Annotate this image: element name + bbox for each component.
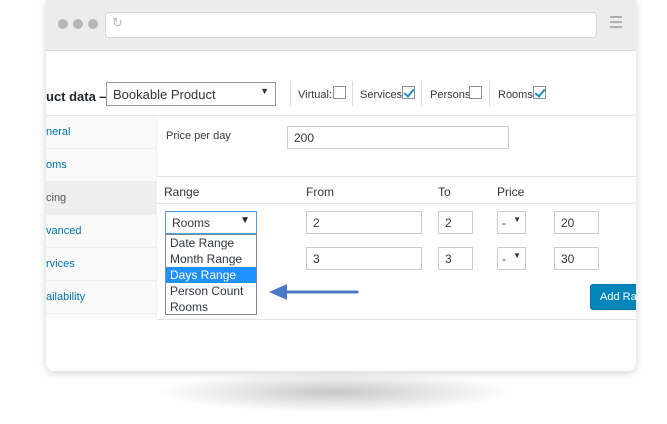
product-data-panel: uct data — Bookable Product ▼ Virtual: S… xyxy=(46,51,636,371)
tab-label: rvices xyxy=(46,258,75,270)
divider xyxy=(352,81,353,107)
from-value: 3 xyxy=(313,252,320,266)
from-value: 2 xyxy=(313,216,320,230)
window-shadow xyxy=(160,372,510,412)
column-header-price: Price xyxy=(497,185,525,199)
price-operator-value: - xyxy=(502,252,506,266)
tab-label: oms xyxy=(46,159,67,171)
window-dot-icon xyxy=(73,19,83,29)
tab-general[interactable]: neral xyxy=(46,116,156,149)
option-label: Date Range xyxy=(170,236,235,250)
persons-label: Persons: xyxy=(430,89,474,101)
virtual-checkbox[interactable] xyxy=(333,86,346,99)
tab-availability[interactable]: ailability xyxy=(46,281,156,314)
price-input[interactable]: 30 xyxy=(554,247,599,270)
add-range-label: Add Ra xyxy=(600,291,636,303)
price-value: 20 xyxy=(561,216,575,230)
range-option-month[interactable]: Month Range xyxy=(166,251,256,267)
tab-label: cing xyxy=(46,192,67,204)
column-header-from: From xyxy=(306,185,334,199)
tab-rooms[interactable]: oms xyxy=(46,149,156,182)
divider xyxy=(157,203,636,204)
add-range-button[interactable]: Add Ra xyxy=(590,284,636,310)
window-dot-icon xyxy=(58,19,68,29)
chevron-down-icon: ▼ xyxy=(240,215,250,226)
to-input[interactable]: 3 xyxy=(438,247,473,270)
to-input[interactable]: 2 xyxy=(438,211,473,234)
product-type-select[interactable]: Bookable Product ▼ xyxy=(106,82,276,106)
chevron-down-icon: ▼ xyxy=(513,251,521,260)
rooms-label: Rooms: xyxy=(498,89,536,101)
tab-label: vanced xyxy=(46,225,82,237)
product-data-header: uct data — Bookable Product ▼ Virtual: S… xyxy=(46,77,636,116)
chevron-down-icon: ▼ xyxy=(260,86,269,96)
range-option-date[interactable]: Date Range xyxy=(166,235,256,251)
to-value: 3 xyxy=(445,252,452,266)
option-label: Month Range xyxy=(170,252,243,266)
to-value: 2 xyxy=(445,216,452,230)
reload-icon[interactable]: ↻ xyxy=(112,16,126,30)
column-header-range: Range xyxy=(164,185,200,199)
option-label: Rooms xyxy=(170,300,209,314)
virtual-label: Virtual: xyxy=(298,89,333,101)
price-operator-select[interactable]: - ▼ xyxy=(497,211,526,234)
tab-pricing[interactable]: cing xyxy=(46,182,156,215)
divider xyxy=(421,81,422,107)
browser-window: ↻ uct data — Bookable Product ▼ Virtual:… xyxy=(46,0,636,371)
divider xyxy=(290,81,291,107)
services-checkbox[interactable] xyxy=(402,86,415,99)
tab-services[interactable]: rvices xyxy=(46,248,156,281)
services-label: Services: xyxy=(360,89,406,101)
price-operator-value: - xyxy=(502,216,506,230)
price-value: 30 xyxy=(561,252,575,266)
from-input[interactable]: 2 xyxy=(306,211,422,234)
range-select-value: Rooms xyxy=(172,216,211,230)
persons-checkbox[interactable] xyxy=(469,86,482,99)
divider xyxy=(157,319,636,320)
column-header-to: To xyxy=(438,185,451,199)
address-bar[interactable]: ↻ xyxy=(105,12,597,38)
divider xyxy=(157,176,636,177)
product-tabs: neral oms cing vanced rvices ailability xyxy=(46,116,157,319)
price-input[interactable]: 20 xyxy=(554,211,599,234)
chevron-down-icon: ▼ xyxy=(513,215,521,224)
tab-advanced[interactable]: vanced xyxy=(46,215,156,248)
price-per-day-value: 200 xyxy=(294,131,315,145)
range-select[interactable]: Rooms ▼ xyxy=(165,211,257,234)
rooms-checkbox[interactable] xyxy=(533,86,546,99)
arrow-left-icon xyxy=(269,284,359,300)
product-type-value: Bookable Product xyxy=(113,87,216,102)
from-input[interactable]: 3 xyxy=(306,247,422,270)
browser-chrome: ↻ xyxy=(46,0,636,51)
window-dot-icon xyxy=(88,19,98,29)
price-operator-select[interactable]: - ▼ xyxy=(497,247,526,270)
tab-label: neral xyxy=(46,126,71,138)
tab-label: ailability xyxy=(46,291,86,303)
page-title: uct data — xyxy=(46,89,113,104)
divider xyxy=(489,81,490,107)
menu-icon[interactable] xyxy=(610,16,622,30)
price-per-day-input[interactable]: 200 xyxy=(287,126,509,149)
price-per-day-label: Price per day xyxy=(166,130,231,142)
